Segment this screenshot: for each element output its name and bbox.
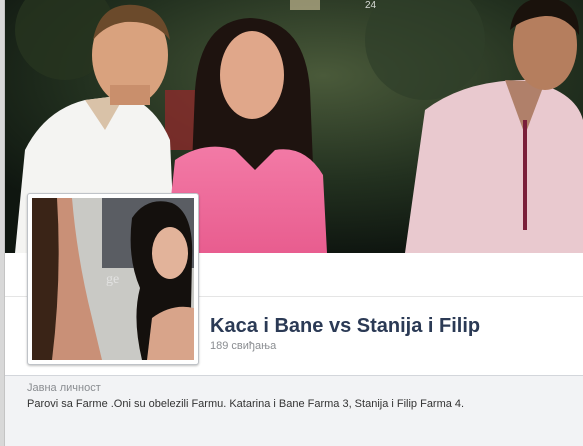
- profile-picture-image: ge: [32, 198, 194, 360]
- page-title[interactable]: Kaca i Bane vs Stanija i Filip: [210, 315, 480, 338]
- svg-text:24: 24: [365, 0, 377, 11]
- facebook-page-view: 24 ge Kaca i Bane vs Stanija i Filip 189…: [0, 0, 583, 446]
- page-category: Јавна личност: [27, 382, 101, 394]
- svg-text:ge: ge: [106, 272, 119, 287]
- profile-picture[interactable]: ge: [32, 198, 194, 360]
- page-description: Parovi sa Farme .Oni su obelezili Farmu.…: [27, 398, 465, 410]
- likes-count[interactable]: 189 свиђања: [210, 340, 276, 352]
- profile-picture-frame[interactable]: ge: [27, 193, 199, 365]
